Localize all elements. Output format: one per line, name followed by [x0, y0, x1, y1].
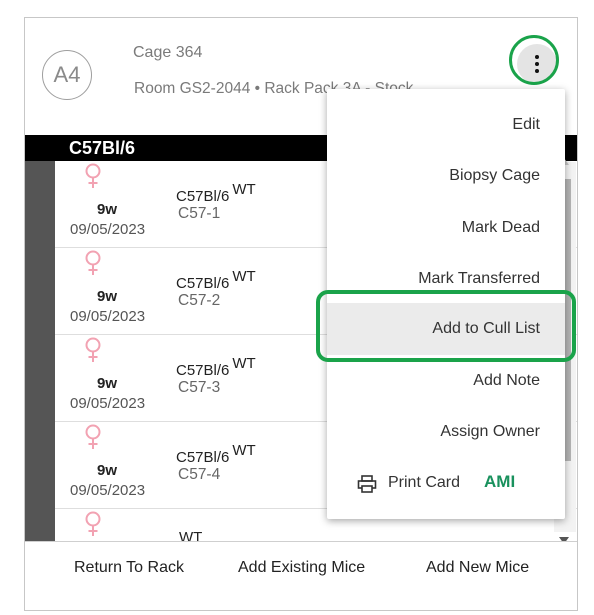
add-new-mice-button[interactable]: Add New Mice	[426, 559, 529, 577]
female-icon	[85, 337, 101, 362]
menu-item-add-note[interactable]: Add Note	[327, 355, 565, 407]
menu-item-print-card[interactable]: Print Card AMI	[327, 458, 565, 510]
cage-avatar-label: A4	[53, 62, 81, 87]
mouse-strain-name: C57Bl/6	[176, 449, 230, 466]
mouse-genotype: WT	[232, 268, 256, 285]
mouse-genotype: WT	[232, 181, 256, 198]
female-icon	[85, 424, 101, 449]
mouse-id: C57-3	[178, 379, 221, 396]
mouse-strain-name: C57Bl/6	[176, 188, 230, 205]
mouse-id: C57-1	[178, 205, 221, 222]
mouse-strain: WT	[176, 529, 202, 541]
mouse-age: 9w	[97, 462, 118, 479]
mouse-dob: 09/05/2023	[70, 482, 146, 499]
mouse-strain: C57Bl/6 WT	[176, 442, 256, 466]
mouse-strain: C57Bl/6 WT	[176, 181, 256, 205]
mouse-dob: 09/05/2023	[70, 308, 146, 325]
kebab-dot-icon	[535, 69, 539, 73]
menu-item-biopsy-cage[interactable]: Biopsy Cage	[327, 150, 565, 202]
menu-item-mark-transferred[interactable]: Mark Transferred	[327, 253, 565, 305]
group-side-bar	[25, 161, 55, 541]
card-footer: Return To Rack Add Existing Mice Add New…	[25, 541, 577, 601]
print-card-label: Print Card	[388, 474, 461, 491]
mouse-age: 9w	[97, 375, 118, 392]
kebab-dot-icon	[535, 55, 539, 59]
printer-icon	[357, 475, 377, 493]
mouse-genotype: WT	[232, 442, 256, 459]
mouse-strain: C57Bl/6 WT	[176, 355, 256, 379]
menu-item-edit[interactable]: Edit	[327, 99, 565, 151]
menu-item-assign-owner[interactable]: Assign Owner	[327, 406, 565, 458]
mouse-strain-name: C57Bl/6	[176, 275, 230, 292]
mouse-id: C57-4	[178, 466, 221, 483]
cage-title: Cage 364	[133, 44, 203, 61]
female-icon	[85, 511, 101, 536]
mouse-id: C57-2	[178, 292, 221, 309]
mouse-age: 9w	[97, 201, 118, 218]
menu-item-add-to-cull-list[interactable]: Add to Cull List	[327, 303, 565, 355]
mouse-age: 9w	[97, 288, 118, 305]
cage-avatar: A4	[42, 50, 92, 100]
return-to-rack-button[interactable]: Return To Rack	[74, 559, 184, 577]
mouse-strain-name: C57Bl/6	[176, 362, 230, 379]
mouse-genotype: WT	[179, 529, 203, 541]
mouse-dob: 09/05/2023	[70, 395, 146, 412]
female-icon	[85, 163, 101, 188]
mouse-strain: C57Bl/6 WT	[176, 268, 256, 292]
cage-options-menu: Edit Biopsy Cage Mark Dead Mark Transfer…	[327, 89, 565, 519]
ami-badge: AMI	[484, 472, 516, 491]
mouse-dob: 09/05/2023	[70, 221, 146, 238]
mouse-genotype: WT	[232, 355, 256, 372]
menu-item-mark-dead[interactable]: Mark Dead	[327, 202, 565, 254]
more-options-button[interactable]	[517, 44, 557, 84]
add-existing-mice-button[interactable]: Add Existing Mice	[238, 559, 365, 577]
female-icon	[85, 250, 101, 275]
kebab-dot-icon	[535, 62, 539, 66]
